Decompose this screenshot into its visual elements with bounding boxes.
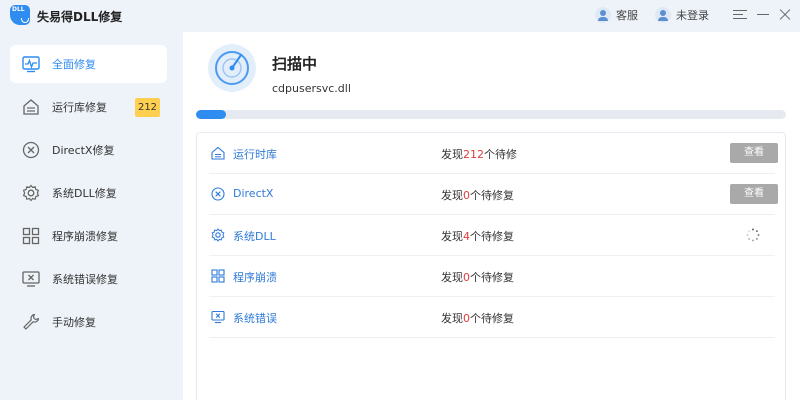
scan-progress-bar: [196, 110, 786, 119]
gear-icon: [22, 184, 40, 202]
scan-results-card: 运行时库 发现212个待修 查看 DirectX 发现0个待修复 查看 系统DL…: [196, 132, 786, 400]
runtime-library-icon: [23, 99, 39, 115]
login-button[interactable]: 未登录: [655, 7, 709, 23]
gear-icon: [211, 228, 225, 242]
result-row-system-error: 系统错误 发现0个待修复: [209, 297, 775, 338]
runtime-library-icon: [211, 146, 225, 160]
pulse-monitor-icon: [22, 56, 40, 73]
result-row-program-crash: 程序崩溃 发现0个待修复: [209, 256, 775, 297]
sidebar-item-label: 系统DLL修复: [52, 187, 117, 200]
main-panel: 扫描中 cdpusersvc.dll 运行时库 发现212个待修 查看 Dire…: [183, 32, 800, 400]
sidebar-item-label: 运行库修复: [52, 101, 107, 114]
issue-count: 0: [463, 189, 470, 202]
grid-icon: [211, 269, 225, 283]
result-row-directx: DirectX 发现0个待修复 查看: [209, 174, 778, 215]
monitor-error-icon: [211, 310, 225, 324]
app-title: 失易得DLL修复: [37, 10, 123, 24]
sidebar-item-label: 全面修复: [52, 58, 96, 71]
result-status: 发现0个待修复: [441, 189, 514, 202]
result-name[interactable]: DirectX: [233, 187, 273, 200]
sidebar-item-system-error-repair[interactable]: 系统错误修复: [10, 260, 167, 298]
result-row-system-dll: 系统DLL 发现4个待修复: [209, 215, 775, 256]
result-status: 发现0个待修复: [441, 271, 514, 284]
sidebar-item-full-repair[interactable]: 全面修复: [10, 45, 167, 83]
sidebar-item-label: 程序崩溃修复: [52, 230, 118, 243]
issue-count: 212: [463, 148, 484, 161]
result-status: 发现0个待修复: [441, 312, 514, 325]
customer-service-button[interactable]: 客服: [595, 7, 638, 23]
sidebar-item-program-crash-repair[interactable]: 程序崩溃修复: [10, 217, 167, 255]
sidebar-item-directx-repair[interactable]: DirectX修复: [10, 131, 167, 169]
result-status: 发现4个待修复: [441, 230, 514, 243]
result-name[interactable]: 系统错误: [233, 310, 277, 326]
result-row-runtime: 运行时库 发现212个待修 查看: [209, 133, 778, 174]
sidebar-item-runtime-repair[interactable]: 运行库修复 212: [10, 88, 167, 126]
scan-status-title: 扫描中: [272, 55, 318, 73]
x-circle-icon: [211, 187, 225, 201]
sidebar-item-system-dll-repair[interactable]: 系统DLL修复: [10, 174, 167, 212]
x-circle-icon: [22, 141, 40, 159]
loading-spinner-icon: [746, 228, 760, 242]
view-button[interactable]: 查看: [730, 184, 778, 204]
title-bar: DLL 失易得DLL修复 客服 未登录: [0, 0, 800, 32]
grid-icon: [22, 227, 40, 245]
view-button[interactable]: 查看: [730, 143, 778, 163]
monitor-error-icon: [22, 271, 40, 287]
result-status: 发现212个待修: [441, 148, 517, 161]
minimize-icon[interactable]: [756, 7, 770, 21]
customer-service-label: 客服: [616, 9, 638, 22]
current-scan-file: cdpusersvc.dll: [272, 82, 351, 95]
issue-count: 4: [463, 230, 470, 243]
radar-scan-icon: [208, 44, 256, 92]
headset-icon: [595, 7, 611, 23]
login-label: 未登录: [676, 9, 709, 22]
app-logo-text: DLL: [12, 6, 25, 13]
app-logo-icon: DLL: [10, 5, 30, 25]
sidebar-item-manual-repair[interactable]: 手动修复: [10, 303, 167, 341]
menu-icon[interactable]: [733, 7, 747, 21]
scan-progress-fill: [196, 110, 226, 119]
wrench-icon: [23, 313, 40, 330]
issue-count: 0: [463, 271, 470, 284]
sidebar: 全面修复 运行库修复 212 DirectX修复 系统DLL修复 程序崩溃修复 …: [0, 32, 183, 400]
issue-count-badge: 212: [135, 98, 160, 117]
close-icon[interactable]: [778, 7, 792, 21]
result-name[interactable]: 运行时库: [233, 146, 277, 162]
sidebar-item-label: 系统错误修复: [52, 273, 118, 286]
user-avatar-icon: [655, 7, 671, 23]
issue-count: 0: [463, 312, 470, 325]
result-name[interactable]: 系统DLL: [233, 228, 276, 244]
sidebar-item-label: DirectX修复: [52, 144, 115, 157]
sidebar-item-label: 手动修复: [52, 316, 96, 329]
result-name[interactable]: 程序崩溃: [233, 269, 277, 285]
